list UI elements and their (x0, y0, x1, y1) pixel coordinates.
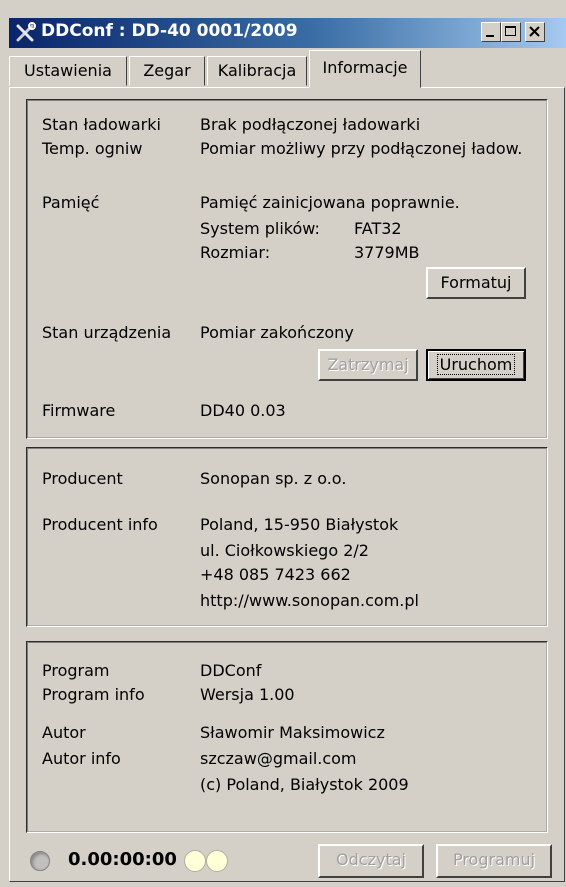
author-email-line: szczaw@gmail.com (200, 749, 357, 768)
device-group: Stan ładowarki Brak podłączonej ładowark… (26, 99, 548, 439)
tab-ustawienia[interactable]: Ustawienia (9, 56, 127, 86)
program-info-value: Wersja 1.00 (200, 685, 295, 704)
program-group: Program DDConf Program info Wersja 1.00 … (26, 641, 548, 833)
memory-value: Pamięć zainicjowana poprawnie. (200, 193, 460, 212)
window-title: DDConf : DD-40 0001/2009 (41, 21, 298, 41)
size-value: 3779MB (354, 243, 420, 262)
tools-icon (16, 22, 36, 42)
tab-panel: Stan ładowarki Brak podłączonej ładowark… (9, 87, 565, 882)
firmware-value: DD40 0.03 (200, 401, 286, 420)
timer-display: 0.00:00:00 (68, 849, 177, 870)
title-bar[interactable]: DDConf : DD-40 0001/2009 (9, 18, 566, 48)
charger-status-value: Brak podłączonej ładowarki (200, 115, 421, 134)
close-button[interactable] (525, 22, 545, 42)
author-label: Autor (42, 723, 86, 742)
tab-informacje[interactable]: Informacje (309, 50, 421, 88)
stop-button[interactable]: Zatrzymaj (318, 349, 418, 381)
producer-street-line: ul. Ciołkowskiego 2/2 (200, 541, 369, 560)
filesystem-value: FAT32 (354, 219, 402, 238)
producer-phone-line: +48 085 7423 662 (200, 565, 351, 584)
producer-website-line: http://www.sonopan.com.pl (200, 591, 419, 610)
tab-zegar[interactable]: Zegar (129, 56, 205, 86)
cell-temp-value: Pomiar możliwy przy podłączonej ładow. (200, 139, 523, 158)
size-label: Rozmiar: (200, 243, 271, 262)
author-copyright-line: (c) Poland, Białystok 2009 (200, 775, 409, 794)
producer-value: Sonopan sp. z o.o. (200, 469, 347, 488)
memory-label: Pamięć (42, 193, 100, 212)
close-icon (529, 26, 540, 37)
tab-kalibracja[interactable]: Kalibracja (207, 56, 307, 86)
producer-info-label: Producent info (42, 515, 158, 534)
filesystem-label: System plików: (200, 219, 320, 238)
device-state-label: Stan urządzenia (42, 323, 172, 342)
program-info-label: Program info (42, 685, 145, 704)
minimize-button[interactable] (481, 22, 501, 42)
author-info-label: Autor info (42, 749, 121, 768)
indicator-led-b (206, 850, 228, 872)
producer-label: Producent (42, 469, 123, 488)
read-button[interactable]: Odczytaj (318, 844, 424, 878)
format-button[interactable]: Formatuj (426, 267, 526, 299)
producer-group: Producent Sonopan sp. z o.o. Producent i… (26, 447, 548, 627)
program-value: DDConf (200, 661, 262, 680)
tab-strip: Ustawienia Zegar Kalibracja Informacje (9, 50, 566, 88)
program-label: Program (42, 661, 110, 680)
producer-address-line: Poland, 15-950 Białystok (200, 515, 399, 534)
app-window: DDConf : DD-40 0001/2009 Ustawienia Zega… (0, 0, 566, 887)
charger-status-label: Stan ładowarki (42, 115, 161, 134)
firmware-label: Firmware (42, 401, 116, 420)
minimize-icon (486, 35, 494, 37)
status-led (30, 851, 50, 871)
device-state-value: Pomiar zakończony (200, 323, 354, 342)
cell-temp-label: Temp. ogniw (42, 139, 143, 158)
author-value: Sławomir Maksimowicz (200, 723, 385, 742)
maximize-icon (505, 26, 516, 36)
indicator-led-a (184, 850, 206, 872)
maximize-button[interactable] (501, 22, 521, 42)
program-device-button[interactable]: Programuj (436, 844, 552, 878)
start-button[interactable]: Uruchom (426, 349, 526, 381)
